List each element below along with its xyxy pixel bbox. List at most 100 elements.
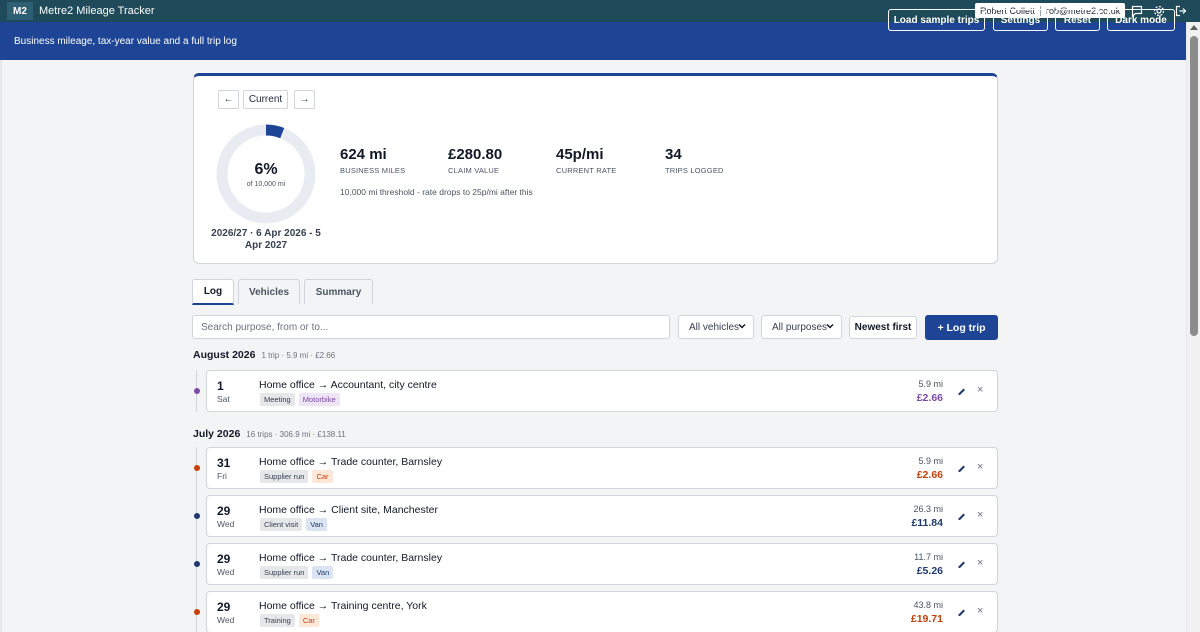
vehicle-filter-select[interactable]: All vehicles (678, 315, 754, 339)
trip-amount: £2.66 (916, 392, 943, 404)
vehicle-tag: Van (312, 566, 334, 579)
trip-tags: Training Car (260, 614, 319, 627)
trip-day: 29 (217, 600, 231, 614)
purpose-tag: Training (260, 614, 295, 627)
trip-day: 29 (217, 552, 231, 566)
business-miles-value: 624 mi (340, 146, 387, 163)
trip-amount: £11.84 (911, 517, 943, 529)
trip-tags: Client visit Van (260, 518, 327, 531)
current-year-button[interactable]: Current (243, 90, 288, 109)
trip-amount: £2.66 (916, 469, 943, 481)
purpose-tag: Supplier run (260, 566, 309, 579)
left-divider (0, 60, 2, 632)
trips-logged-label: TRIPS LOGGED (665, 166, 724, 175)
current-rate-label: CURRENT RATE (556, 166, 617, 175)
delete-close-icon[interactable]: × (977, 557, 983, 569)
tab-vehicles[interactable]: Vehicles (238, 279, 300, 304)
purpose-filter-select[interactable]: All purposes (761, 315, 842, 339)
trip-row[interactable]: 29 Wed Home office → Trade counter, Barnsl… (206, 543, 998, 585)
trip-amount: £19.71 (910, 613, 943, 625)
timeline-dot (194, 388, 200, 394)
trip-day: 1 (217, 379, 224, 393)
trip-route: Home office → Client site, Manchester (259, 504, 438, 516)
month-summary: 1 trip · 5.9 mi · £2.66 (261, 351, 336, 360)
app-logo: M2 (7, 2, 33, 20)
tab-log[interactable]: Log (192, 279, 234, 305)
purpose-tag: Client visit (260, 518, 303, 531)
progress-percent: 6% (254, 161, 278, 178)
trip-amount: £5.26 (916, 565, 943, 577)
chevron-down-icon (738, 323, 746, 329)
app-title: Metre2 Mileage Tracker (39, 5, 155, 17)
trip-weekday: Sat (217, 394, 230, 404)
month-title: July 2026 (193, 428, 241, 440)
timeline-dot (194, 465, 200, 471)
trip-weekday: Wed (217, 567, 235, 577)
vehicle-tag: Van (306, 518, 327, 531)
scroll-up-arrow-icon[interactable] (1190, 25, 1198, 30)
scrollbar-thumb[interactable] (1190, 36, 1198, 336)
claim-value-label: CLAIM VALUE (448, 166, 500, 175)
vehicle-tag: Car (312, 470, 333, 483)
purpose-filter-value: All purposes (772, 321, 828, 333)
vehicle-filter-value: All vehicles (689, 321, 740, 333)
trip-weekday: Fri (217, 471, 227, 481)
month-group-header: July 2026 16 trips · 306.9 mi · £138.11 (193, 428, 346, 440)
search-input[interactable]: Search purpose, from or to... (192, 315, 670, 339)
trip-route: Home office → Trade counter, Barnsley (259, 552, 443, 564)
month-title: August 2026 (193, 349, 256, 361)
next-year-button[interactable]: → (294, 90, 315, 109)
progress-target: of 10,000 mi (246, 181, 286, 188)
edit-pencil-icon[interactable] (957, 559, 967, 569)
trip-row[interactable]: 1 Sat Home office → Accountant, city centr… (206, 370, 998, 412)
vehicle-tag: Car (298, 614, 319, 627)
trip-miles: 5.9 mi (918, 379, 943, 389)
trip-miles: 5.9 mi (918, 456, 943, 466)
vehicle-tag: Motorbike (298, 393, 340, 406)
trip-tags: Meeting Motorbike (260, 393, 340, 406)
edit-pencil-icon[interactable] (957, 511, 967, 521)
trip-day: 29 (217, 504, 231, 518)
current-rate-value: 45p/mi (556, 146, 604, 163)
trip-route: Home office → Trade counter, Barnsley (259, 456, 443, 468)
timeline-dot (194, 561, 200, 567)
logout-icon[interactable] (1173, 3, 1189, 19)
trip-route: Home office → Accountant, city centre (259, 379, 437, 391)
dark-mode-button[interactable]: Dark mode (1107, 9, 1175, 31)
edit-pencil-icon[interactable] (957, 463, 967, 473)
trip-route: Home office → Training centre, York (259, 600, 427, 612)
tab-summary[interactable]: Summary (304, 279, 373, 304)
trip-miles: 43.8 mi (913, 600, 943, 610)
delete-close-icon[interactable]: × (977, 509, 983, 521)
timeline-dot (194, 513, 200, 519)
log-trip-button[interactable]: + Log trip (925, 315, 998, 340)
banner-tagline: Business mileage, tax-year value and a f… (14, 35, 237, 47)
trip-weekday: Wed (217, 615, 235, 625)
tax-year-range: 2026/27 · 6 Apr 2026 - 5 Apr 2027 (211, 228, 321, 251)
previous-year-button[interactable]: ← (218, 90, 239, 109)
trip-row[interactable]: 29 Wed Home office → Training centre, York… (206, 591, 998, 632)
delete-close-icon[interactable]: × (977, 384, 983, 396)
month-group-header: August 2026 1 trip · 5.9 mi · £2.66 (193, 349, 335, 361)
trip-weekday: Wed (217, 519, 235, 529)
delete-close-icon[interactable]: × (977, 461, 983, 473)
settings-button[interactable]: Settings (993, 9, 1048, 31)
page-scrollbar[interactable] (1186, 22, 1200, 632)
trip-miles: 26.3 mi (913, 504, 943, 514)
trip-tags: Supplier run Car (260, 470, 333, 483)
trip-row[interactable]: 29 Wed Home office → Client site, Manchest… (206, 495, 998, 537)
trips-logged-value: 34 (665, 146, 682, 163)
trip-row[interactable]: 31 Fri Home office → Trade counter, Barnsl… (206, 447, 998, 489)
claim-value: £280.80 (448, 146, 503, 163)
sort-newest-button[interactable]: Newest first (849, 316, 917, 339)
delete-close-icon[interactable]: × (977, 605, 983, 617)
threshold-note: 10,000 mi threshold - rate drops to 25p/… (340, 187, 533, 197)
chevron-down-icon (826, 323, 834, 329)
load-sample-trips-button[interactable]: Load sample trips (888, 9, 985, 31)
trip-day: 31 (217, 456, 231, 470)
edit-pencil-icon[interactable] (957, 386, 967, 396)
edit-pencil-icon[interactable] (957, 607, 967, 617)
timeline-line (196, 447, 197, 632)
reset-button[interactable]: Reset (1055, 9, 1100, 31)
month-summary: 16 trips · 306.9 mi · £138.11 (246, 430, 346, 439)
